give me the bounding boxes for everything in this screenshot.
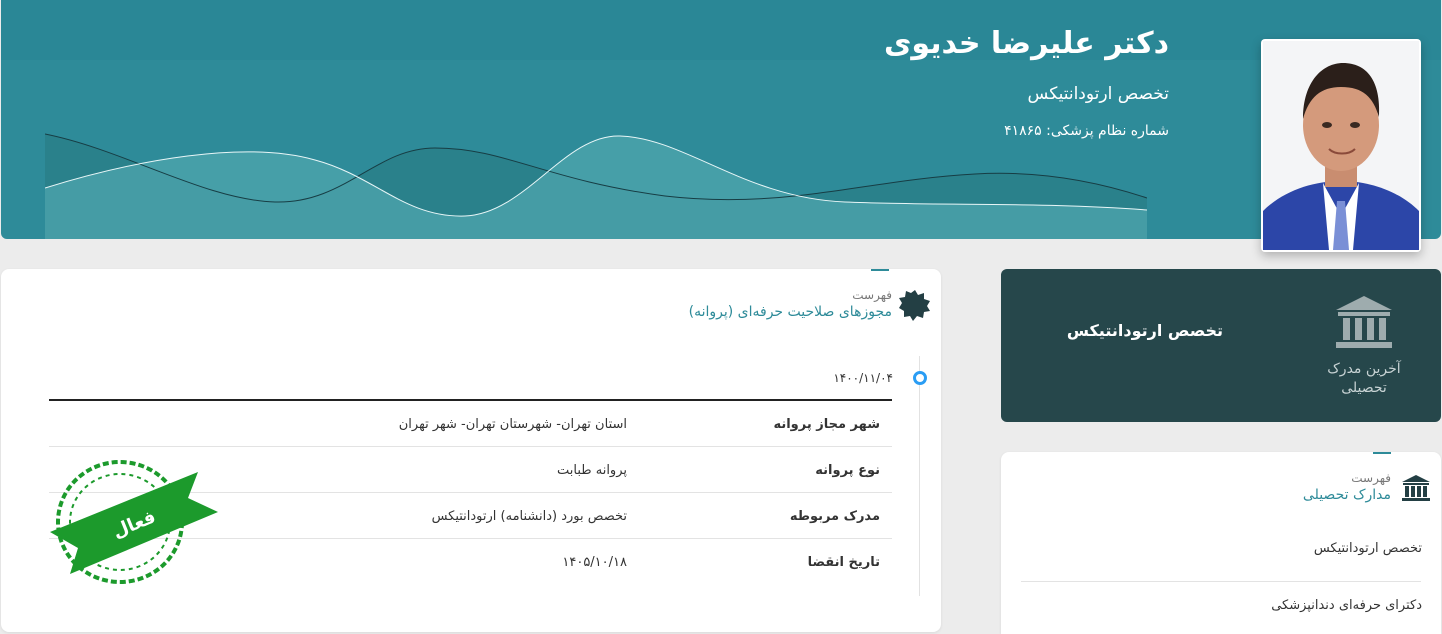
latest-degree-card: تخصص ارتودانتیکس آخرین مدرک تحصیلی [1001, 269, 1441, 422]
timeline-dot[interactable] [913, 371, 927, 385]
doctor-avatar [1263, 41, 1419, 250]
licenses-heading: فهرست مجوزهای صلاحیت حرفه‌ای (پروانه) [689, 288, 892, 320]
divider [1021, 581, 1421, 582]
profile-header: دکتر علیرضا خدیوی تخصص ارتودانتیکس شماره… [1, 0, 1441, 239]
doctor-name: دکتر علیرضا خدیوی [883, 26, 1169, 61]
license-date: ۱۴۰۰/۱۱/۰۴ [833, 371, 893, 385]
active-status-stamp: فعال [50, 460, 218, 584]
latest-degree-caption: آخرین مدرک تحصیلی [1327, 361, 1401, 396]
license-value: پروانه طبابت [556, 463, 627, 478]
badge-icon [899, 290, 930, 321]
education-heading: فهرست مدارک تحصیلی [1303, 471, 1391, 503]
doctor-specialty: تخصص ارتودانتیکس [1027, 84, 1169, 104]
card-accent-tick [871, 269, 889, 271]
license-key: شهر مجاز پروانه [773, 417, 880, 432]
license-value: استان تهران- شهرستان تهران- شهر تهران [398, 417, 627, 432]
education-list-label: فهرست [1351, 471, 1391, 485]
license-key: تاریخ انقضا [807, 555, 880, 570]
licenses-list-label: فهرست [852, 288, 892, 302]
latest-degree-title: تخصص ارتودانتیکس [1066, 321, 1223, 340]
licenses-title: مجوزهای صلاحیت حرفه‌ای (پروانه) [688, 304, 892, 320]
education-item[interactable]: دکترای حرفه‌ای دندانپزشکی [1271, 598, 1422, 613]
license-row-city: شهر مجاز پروانه استان تهران- شهرستان تهر… [49, 401, 892, 447]
education-title: مدارک تحصیلی [1302, 487, 1391, 503]
license-value: ۱۴۰۵/۱۰/۱۸ [562, 555, 627, 570]
timeline-line [919, 356, 920, 596]
institution-icon [1336, 296, 1392, 348]
doctor-photo [1261, 39, 1421, 252]
institution-icon [1402, 475, 1430, 501]
header-wave-decoration [45, 133, 1147, 239]
header-top-strip [1, 0, 1441, 60]
medical-council-number: شماره نظام پزشکی: ۴۱۸۶۵ [1004, 123, 1169, 139]
license-value: تخصص بورد (دانشنامه) ارتودانتیکس [431, 509, 627, 524]
education-item[interactable]: تخصص ارتودانتیکس [1314, 541, 1422, 556]
license-key: مدرک مربوطه [789, 509, 880, 524]
card-accent-tick [1373, 452, 1391, 454]
license-key: نوع پروانه [815, 463, 880, 478]
